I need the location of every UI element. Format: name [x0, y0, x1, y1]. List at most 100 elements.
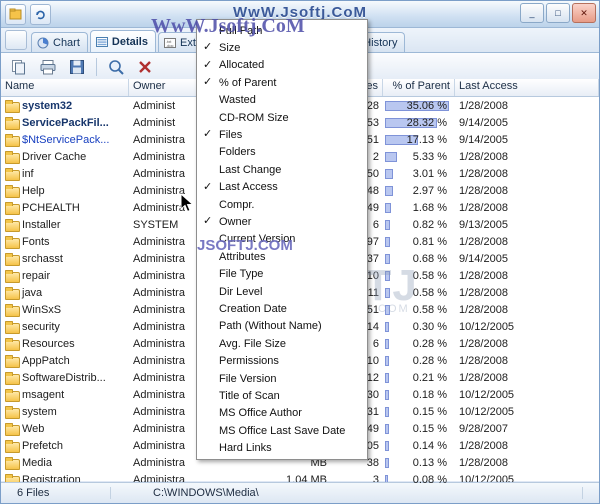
- menu-item-label: Folders: [219, 146, 256, 159]
- menu-item[interactable]: ✓ Owner: [197, 213, 367, 230]
- menu-item[interactable]: MS Office Last Save Date: [197, 422, 367, 439]
- cell-name-text: Prefetch: [22, 439, 63, 452]
- percent-text: 17.13 %: [406, 133, 447, 146]
- extensions-icon: .txt .doc: [163, 37, 176, 49]
- stop-button[interactable]: [133, 55, 157, 79]
- refresh-icon[interactable]: [30, 4, 51, 25]
- cell-percent-of-parent: 0.68 %: [383, 252, 455, 266]
- folder-icon: [5, 168, 20, 181]
- cell-percent-of-parent: 0.81 %: [383, 235, 455, 249]
- menu-item-label: CD-ROM Size: [219, 111, 289, 124]
- close-button[interactable]: ✕: [572, 3, 596, 23]
- menu-item[interactable]: Compr.: [197, 196, 367, 213]
- menu-item[interactable]: Path (Without Name): [197, 318, 367, 335]
- folder-icon: [5, 338, 20, 351]
- copy-button[interactable]: [7, 55, 31, 79]
- menu-item[interactable]: ✓ Size: [197, 39, 367, 56]
- menu-item[interactable]: Full Path: [197, 22, 367, 39]
- cell-percent-of-parent: 17.13 %: [383, 133, 455, 147]
- cell-name-text: Media: [22, 456, 52, 469]
- menu-item[interactable]: Dir Level: [197, 283, 367, 300]
- menu-item[interactable]: Current Version: [197, 231, 367, 248]
- column-header-last-access[interactable]: Last Access: [455, 79, 599, 96]
- percent-bar: [385, 185, 393, 196]
- cell-name-text: inf: [22, 167, 34, 180]
- cell-percent-of-parent: 0.28 %: [383, 337, 455, 351]
- folder-icon: [5, 304, 20, 317]
- save-button[interactable]: [65, 55, 89, 79]
- menu-item[interactable]: MS Office Author: [197, 405, 367, 422]
- tab-chart[interactable]: Chart: [31, 32, 88, 52]
- menu-item[interactable]: Hard Links: [197, 439, 367, 456]
- scan-button[interactable]: [104, 55, 128, 79]
- cell-percent-of-parent: 28.32 %: [383, 116, 455, 130]
- chart-icon: [37, 37, 49, 49]
- menu-item[interactable]: Creation Date: [197, 300, 367, 317]
- cell-last-access: 1/28/2008: [459, 201, 508, 214]
- menu-item[interactable]: CD-ROM Size: [197, 109, 367, 126]
- maximize-button[interactable]: □: [546, 3, 570, 23]
- percent-bar: [385, 457, 389, 468]
- menu-item-label: Creation Date: [219, 302, 287, 315]
- cell-name-text: Installer: [22, 218, 61, 231]
- menu-item-label: Last Access: [219, 181, 278, 194]
- column-header-name[interactable]: Name: [1, 79, 129, 96]
- cell-name: ServicePackFil...: [1, 116, 129, 130]
- folder-icon: [5, 202, 20, 215]
- menu-item[interactable]: ✓ Allocated: [197, 57, 367, 74]
- column-options-menu[interactable]: Full Path ✓ Size ✓ Allocated ✓ % of Parent Wast…: [196, 19, 368, 460]
- cell-percent-of-parent: 0.13 %: [383, 456, 455, 470]
- percent-bar: [385, 440, 389, 451]
- cell-name: Fonts: [1, 235, 129, 249]
- cell-last-access: 1/28/2008: [459, 269, 508, 282]
- menu-item-label: Hard Links: [219, 442, 272, 455]
- menu-item-label: Full Path: [219, 24, 263, 37]
- folder-icon: [5, 321, 20, 334]
- menu-item-label: % of Parent: [219, 76, 277, 89]
- sidebar-expander-button[interactable]: [5, 30, 27, 50]
- checkmark-icon: ✓: [203, 76, 213, 89]
- column-header-percent-of-parent[interactable]: % of Parent: [383, 79, 455, 96]
- percent-text: 5.33 %: [412, 150, 447, 163]
- cell-name-text: Driver Cache: [22, 150, 87, 163]
- cell-name: Media: [1, 456, 129, 470]
- menu-item[interactable]: Permissions: [197, 352, 367, 369]
- menu-item-label: Path (Without Name): [219, 320, 322, 333]
- menu-item-label: Avg. File Size: [219, 337, 287, 350]
- menu-item[interactable]: Last Change: [197, 161, 367, 178]
- checkmark-icon: ✓: [203, 128, 213, 141]
- menu-item[interactable]: Avg. File Size: [197, 335, 367, 352]
- menu-item[interactable]: ✓ Files: [197, 126, 367, 143]
- menu-item[interactable]: ✓ % of Parent: [197, 74, 367, 91]
- cell-last-access: 10/12/2005: [459, 405, 515, 418]
- cell-last-access: 1/28/2008: [459, 303, 508, 316]
- percent-bar: [385, 270, 390, 281]
- cell-name: srchasst: [1, 252, 129, 266]
- menu-item[interactable]: File Type: [197, 265, 367, 282]
- folder-icon: [5, 100, 20, 113]
- percent-text: 3.01 %: [412, 167, 447, 180]
- folder-icon: [5, 355, 20, 368]
- tab-details[interactable]: Details: [89, 30, 156, 52]
- status-file-count: 6 Files: [1, 487, 111, 499]
- percent-bar: [385, 236, 390, 247]
- percent-text: 0.14 %: [412, 439, 447, 452]
- minimize-button[interactable]: _: [520, 3, 544, 23]
- percent-bar: [385, 355, 389, 366]
- menu-item[interactable]: ✓ Last Access: [197, 179, 367, 196]
- menu-item-label: MS Office Last Save Date: [219, 424, 346, 437]
- menu-item[interactable]: Title of Scan: [197, 387, 367, 404]
- percent-text: 0.81 %: [412, 235, 447, 248]
- cell-size: [209, 479, 269, 481]
- cell-name: AppPatch: [1, 354, 129, 368]
- percent-text: 0.15 %: [412, 422, 447, 435]
- cell-percent-of-parent: 0.15 %: [383, 405, 455, 419]
- percent-bar: [385, 321, 389, 332]
- cell-percent-of-parent: 0.21 %: [383, 371, 455, 385]
- print-button[interactable]: [36, 55, 60, 79]
- cell-name: inf: [1, 167, 129, 181]
- menu-item[interactable]: File Version: [197, 370, 367, 387]
- menu-item[interactable]: Wasted: [197, 92, 367, 109]
- menu-item[interactable]: Attributes: [197, 248, 367, 265]
- menu-item[interactable]: Folders: [197, 144, 367, 161]
